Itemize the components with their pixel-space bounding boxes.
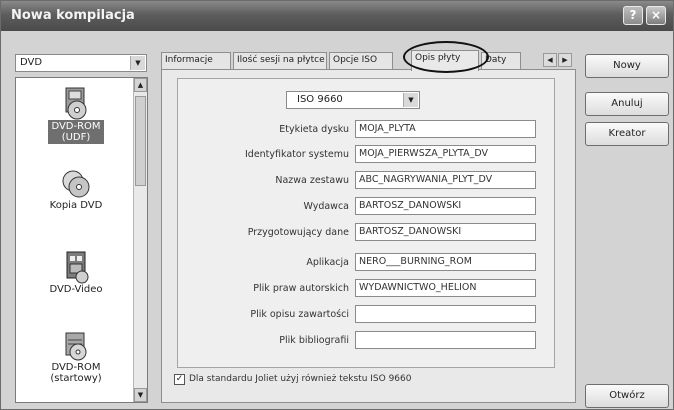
scroll-down-icon[interactable]: ▼ [134, 388, 147, 402]
label-application: Aplikacja [306, 257, 349, 268]
label-copyright-file: Plik praw autorskich [253, 283, 349, 294]
new-compilation-dialog: Nowa kompilacja ? × DVD ▼ DVD-ROM (UDF) [0, 0, 674, 410]
joliet-iso-checkbox-label: Dla standardu Joliet użyj również tekstu… [189, 374, 412, 384]
dvd-video-icon [66, 251, 89, 284]
open-button[interactable]: Otwórz [585, 384, 669, 408]
wizard-button[interactable]: Kreator [585, 122, 669, 146]
chevron-right-icon[interactable]: ▶ [558, 53, 572, 67]
close-icon[interactable]: × [646, 6, 666, 25]
chevron-down-icon[interactable]: ▼ [403, 93, 418, 107]
window-title: Nowa kompilacja [11, 8, 135, 23]
list-item-label: DVD-Video [49, 284, 103, 295]
list-item-dvd-video[interactable]: DVD-Video [22, 250, 130, 295]
list-item-dvd-rom-udf[interactable]: DVD-ROM (UDF) [22, 86, 130, 144]
joliet-iso-checkbox[interactable]: ✓ [174, 374, 185, 385]
data-preparer-field[interactable]: BARTOSZ_DANOWSKI [355, 223, 536, 241]
disc-label-field[interactable]: MOJA_PLYTA [355, 120, 536, 138]
application-field[interactable]: NERO___BURNING_ROM [355, 253, 536, 271]
bootable-disc-icon [65, 332, 87, 361]
label-data-preparer: Przygotowujący dane [247, 227, 349, 238]
new-button[interactable]: Nowy [585, 54, 669, 78]
set-name-field[interactable]: ABC_NAGRYWANIA_PLYT_DV [355, 171, 536, 189]
list-scrollbar[interactable]: ▲ ▼ [133, 78, 147, 402]
compilation-type-list[interactable]: DVD-ROM (UDF) Kopia DVD DVD-Video DVD-RO… [15, 77, 148, 403]
disc-type-value: DVD [20, 57, 43, 68]
copyright-file-field[interactable]: WYDAWNICTWO_HELION [355, 279, 536, 297]
system-identifier-field[interactable]: MOJA_PIERWSZA_PLYTA_DV [355, 145, 536, 163]
publisher-field[interactable]: BARTOSZ_DANOWSKI [355, 197, 536, 215]
list-item-dvd-rom-bootable[interactable]: DVD-ROM (startowy) [22, 330, 130, 384]
label-abstract-file: Plik opisu zawartości [250, 309, 349, 320]
title-bar: Nowa kompilacja ? × [1, 1, 673, 31]
cancel-button[interactable]: Anuluj [585, 92, 669, 116]
disc-type-select[interactable]: DVD ▼ [15, 54, 147, 72]
tab-scroll-buttons: ◀ ▶ [541, 53, 575, 67]
scroll-thumb[interactable] [135, 96, 146, 186]
label-bibliography-file: Plik bibliografii [279, 335, 349, 346]
iso-standard-value: ISO 9660 [297, 94, 343, 105]
disc-copy-icon [62, 170, 90, 198]
dvd-rom-disc-icon [65, 87, 87, 120]
tab-sessions[interactable]: Ilość sesji na płytce [233, 52, 327, 69]
tab-highlight-ellipse [403, 41, 489, 73]
tab-iso-options[interactable]: Opcje ISO [329, 52, 393, 69]
abstract-file-field[interactable] [355, 305, 536, 323]
label-disc-label: Etykieta dysku [279, 124, 349, 135]
bibliography-file-field[interactable] [355, 331, 536, 349]
label-publisher: Wydawca [303, 201, 349, 212]
chevron-left-icon[interactable]: ◀ [543, 53, 557, 67]
help-icon[interactable]: ? [623, 6, 643, 25]
tab-information[interactable]: Informacje [161, 52, 231, 69]
list-item-label: DVD-ROM (UDF) [48, 120, 104, 144]
scroll-up-icon[interactable]: ▲ [134, 78, 147, 92]
iso-standard-select[interactable]: ISO 9660 ▼ [286, 91, 420, 109]
chevron-down-icon[interactable]: ▼ [130, 56, 145, 70]
list-item-label: Kopia DVD [49, 200, 103, 211]
list-item-label: DVD-ROM (startowy) [50, 362, 102, 384]
label-system-identifier: Identyfikator systemu [244, 149, 349, 160]
label-set-name: Nazwa zestawu [275, 175, 349, 186]
list-item-dvd-copy[interactable]: Kopia DVD [22, 168, 130, 211]
